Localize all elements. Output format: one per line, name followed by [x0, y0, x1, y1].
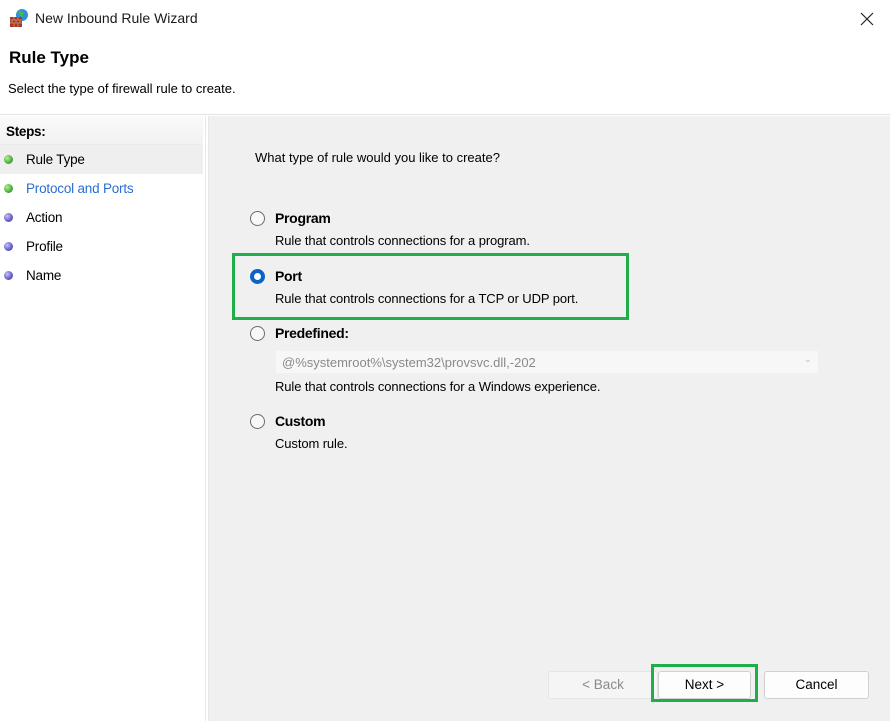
back-button[interactable]: < Back: [548, 671, 658, 699]
step-pending-icon: [4, 213, 13, 222]
step-label: Name: [26, 268, 62, 283]
step-label: Action: [26, 210, 63, 225]
step-protocol-and-ports[interactable]: Protocol and Ports: [0, 174, 203, 203]
option-description: Rule that controls connections for a TCP…: [275, 291, 579, 306]
steps-panel: Steps: Rule Type Protocol and Ports Acti…: [0, 116, 206, 721]
title-bar: New Inbound Rule Wizard: [0, 0, 890, 38]
steps-heading: Steps:: [0, 116, 203, 145]
step-done-icon: [4, 155, 13, 164]
step-done-icon: [4, 184, 13, 193]
option-description: Rule that controls connections for a Win…: [275, 379, 601, 394]
step-profile: Profile: [0, 232, 203, 261]
step-pending-icon: [4, 271, 13, 280]
radio-port[interactable]: [250, 269, 265, 284]
radio-predefined[interactable]: [250, 326, 265, 341]
predefined-dropdown[interactable]: @%systemroot%\system32\provsvc.dll,-202 …: [275, 350, 819, 374]
page-subtitle: Select the type of firewall rule to crea…: [8, 81, 236, 96]
question-text: What type of rule would you like to crea…: [255, 150, 500, 165]
window-title: New Inbound Rule Wizard: [35, 10, 198, 26]
option-label[interactable]: Custom: [275, 413, 326, 429]
step-label: Rule Type: [26, 152, 85, 167]
page-title: Rule Type: [9, 48, 89, 67]
option-label[interactable]: Predefined:: [275, 325, 349, 341]
cancel-button[interactable]: Cancel: [764, 671, 869, 699]
firewall-globe-icon: [10, 9, 28, 27]
main-panel: What type of rule would you like to crea…: [208, 116, 890, 721]
radio-custom[interactable]: [250, 414, 265, 429]
option-label[interactable]: Port: [275, 268, 302, 284]
highlight-box-port: [232, 253, 629, 320]
predefined-dropdown-value: @%systemroot%\system32\provsvc.dll,-202: [282, 355, 536, 370]
step-label: Profile: [26, 239, 63, 254]
option-label[interactable]: Program: [275, 210, 331, 226]
chevron-down-icon: ⌄: [803, 354, 812, 365]
close-icon: [860, 12, 874, 26]
radio-program[interactable]: [250, 211, 265, 226]
step-label[interactable]: Protocol and Ports: [26, 181, 134, 196]
option-description: Rule that controls connections for a pro…: [275, 233, 530, 248]
step-name: Name: [0, 261, 203, 290]
next-button[interactable]: Next >: [658, 671, 751, 699]
close-button[interactable]: [844, 0, 890, 38]
option-description: Custom rule.: [275, 436, 348, 451]
wizard-header: Rule Type Select the type of firewall ru…: [0, 38, 890, 115]
step-action: Action: [0, 203, 203, 232]
step-rule-type[interactable]: Rule Type: [0, 145, 203, 174]
step-pending-icon: [4, 242, 13, 251]
